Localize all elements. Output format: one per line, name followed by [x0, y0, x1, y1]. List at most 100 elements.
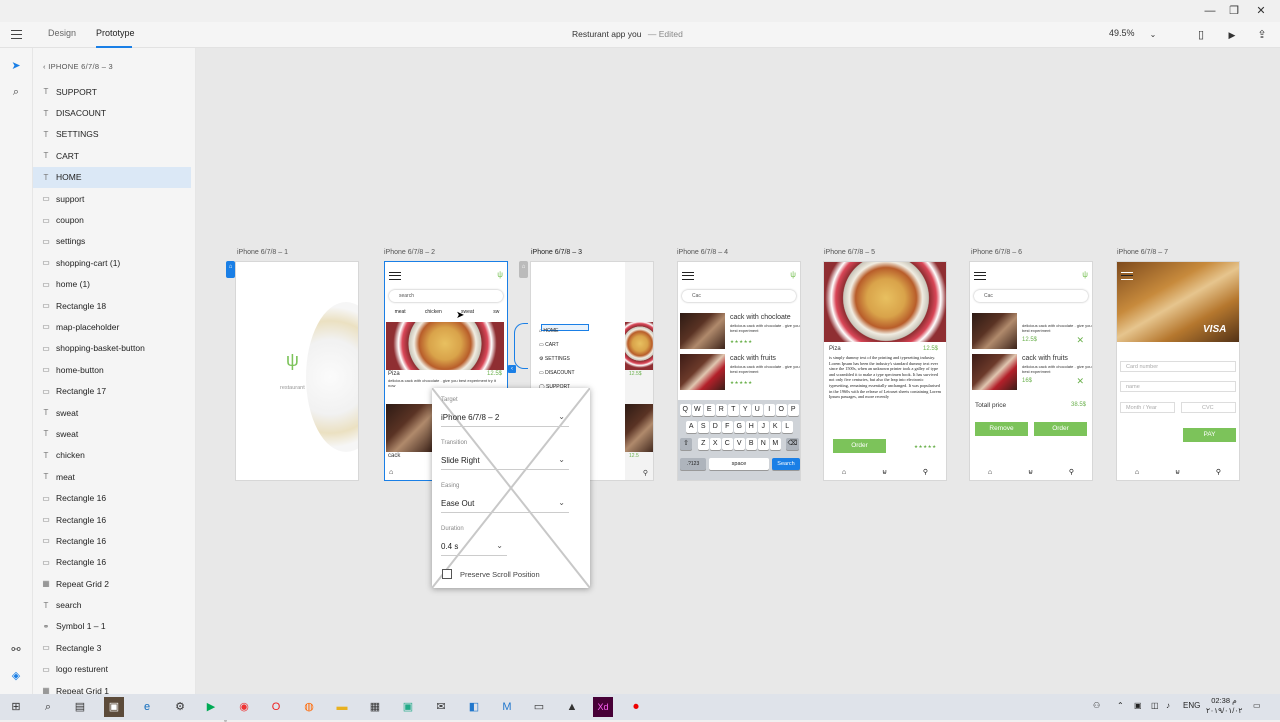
maximize-button[interactable]: ❐	[1221, 3, 1247, 19]
keyboard-key[interactable]: O	[776, 404, 787, 416]
category-sw[interactable]: sw	[493, 309, 499, 315]
minimize-button[interactable]: —	[1197, 3, 1223, 19]
keyboard-key[interactable]: E	[704, 404, 715, 416]
tray-icon-1[interactable]: ▣	[1134, 701, 1142, 710]
backspace-key-icon[interactable]: ⌫	[786, 438, 799, 450]
search-icon[interactable]: ⌕	[38, 697, 58, 717]
remove-button[interactable]: Remove	[975, 422, 1028, 436]
artboard-label-7[interactable]: iPhone 6/7/8 – 7	[1117, 249, 1168, 256]
month-year-field[interactable]: Month / Year	[1120, 402, 1175, 413]
search-input-4[interactable]: Cac	[682, 290, 796, 302]
play-icon[interactable]: ▶	[1223, 26, 1241, 44]
preserve-scroll-checkbox[interactable]	[442, 569, 452, 579]
layer-item[interactable]: ▭ Rectangle 16	[33, 487, 191, 508]
artboard-label-3[interactable]: iPhone 6/7/8 – 3	[531, 249, 582, 256]
keyboard-key[interactable]: J	[758, 421, 769, 433]
share-icon[interactable]: ⇪	[1253, 26, 1271, 44]
layer-item[interactable]: ⚭ Symbol 1 – 1	[33, 616, 191, 637]
remove-item-1-icon[interactable]: ✕	[1076, 335, 1084, 346]
tab-design[interactable]: Design	[48, 28, 76, 38]
layer-item[interactable]: Tsweat	[33, 423, 191, 444]
layer-item[interactable]: ▭ support	[33, 188, 191, 209]
keyboard-key[interactable]: M	[770, 438, 781, 450]
pay-button[interactable]: PAY	[1183, 428, 1236, 442]
layer-item[interactable]: ▭ Rectangle 17	[33, 380, 191, 401]
chevron-up-icon[interactable]: ⌃	[1117, 701, 1124, 710]
layer-item[interactable]: ▭ home-button	[33, 359, 191, 380]
menu-burger-icon-7[interactable]	[1121, 272, 1133, 280]
basket-nav-icon-5[interactable]: ⊌	[882, 468, 887, 476]
layer-item[interactable]: ▭ map-placeholder	[33, 316, 191, 337]
keyboard-key[interactable]: D	[710, 421, 721, 433]
monitor-icon[interactable]: ▭	[529, 697, 549, 717]
easing-select[interactable]: Ease Out ⌄	[441, 495, 569, 513]
target-select[interactable]: iPhone 6/7/8 – 2 ⌄	[441, 409, 569, 427]
basket-nav-icon-7[interactable]: ⊌	[1175, 468, 1180, 476]
menu-burger-icon[interactable]	[389, 272, 401, 280]
network-icon[interactable]: ◫	[1151, 701, 1159, 710]
zoom-chevron-down-icon[interactable]: ⌄	[1144, 26, 1162, 44]
artboard-label-6[interactable]: iPhone 6/7/8 – 6	[971, 249, 1022, 256]
layer-item[interactable]: Tsweat	[33, 402, 191, 423]
edge-icon[interactable]: e	[137, 697, 157, 717]
adobe-xd-icon[interactable]: Xd	[593, 697, 613, 717]
link-arrow-icon[interactable]: ‹	[508, 365, 516, 373]
layer-item[interactable]: Tsearch	[33, 594, 191, 615]
category-meat[interactable]: meat	[395, 309, 406, 315]
duration-select[interactable]: 0.4 s ⌄	[441, 538, 507, 556]
home-nav-icon-7[interactable]: ⌂	[1135, 469, 1139, 476]
shift-key-icon[interactable]: ⇧	[680, 438, 692, 450]
keyboard-key[interactable]: A	[686, 421, 697, 433]
artboard-cart[interactable]: ψ Cac delicious cack with chocolate . gi…	[969, 261, 1093, 481]
layer-item[interactable]: ▭ Rectangle 16	[33, 509, 191, 530]
keyboard-key[interactable]: T	[728, 404, 739, 416]
layer-item[interactable]: ▭ shopping-cart (1)	[33, 252, 191, 273]
keyboard-key[interactable]: C	[722, 438, 733, 450]
layer-item[interactable]: T HOME	[33, 166, 191, 188]
interaction-popup[interactable]: Target iPhone 6/7/8 – 2 ⌄ Transition Slid…	[432, 388, 590, 588]
keyboard-key[interactable]: P	[788, 404, 799, 416]
volume-icon[interactable]: ♪	[1166, 701, 1170, 710]
device-preview-icon[interactable]: ▯	[1192, 26, 1210, 44]
keyboard-key[interactable]: space	[709, 458, 769, 470]
zoom-tool-icon[interactable]: ⌕	[8, 84, 24, 100]
file-explorer-icon[interactable]: ▬	[332, 697, 352, 717]
settings-gear-icon[interactable]: ⚙	[170, 697, 190, 717]
keyboard-key[interactable]: Z	[698, 438, 709, 450]
language-indicator[interactable]: ENG	[1183, 701, 1200, 710]
layer-item[interactable]: ▭ Rectangle 3	[33, 637, 191, 658]
menu-burger-icon-6[interactable]	[974, 272, 986, 280]
layer-item[interactable]: ▭ shopping-basket-button	[33, 338, 191, 359]
keyboard-key[interactable]: Y	[740, 404, 751, 416]
layer-item[interactable]: ▭ Rectangle 16	[33, 552, 191, 573]
menu-item-cart[interactable]: ▭ CART	[539, 338, 575, 352]
menu-item-home[interactable]: ⌂ HOME	[539, 324, 575, 338]
layer-item[interactable]: T SETTINGS	[33, 124, 191, 145]
layer-item[interactable]: ▭ home (1)	[33, 274, 191, 295]
keyboard-key[interactable]: V	[734, 438, 745, 450]
keyboard-key[interactable]: K	[770, 421, 781, 433]
keyboard-key[interactable]: B	[746, 438, 757, 450]
design-canvas[interactable]: iPhone 6/7/8 – 1 iPhone 6/7/8 – 2 iPhone…	[196, 48, 1280, 694]
artboard-label-1[interactable]: iPhone 6/7/8 – 1	[237, 249, 288, 256]
photos-icon[interactable]: ▲	[562, 697, 582, 717]
menu-burger-icon-4[interactable]	[682, 272, 694, 280]
store-icon[interactable]: ▣	[398, 697, 418, 717]
artboard-detail[interactable]: Piza 12.5$ is simply dummy text of the p…	[823, 261, 947, 481]
layer-item[interactable]: T SUPPORT	[33, 81, 191, 102]
map-nav-icon-6[interactable]: ⚲	[1069, 468, 1074, 476]
film-icon[interactable]: ▦	[365, 697, 385, 717]
keyboard-key[interactable]: L	[782, 421, 793, 433]
layer-item[interactable]: ▭ Rectangle 16	[33, 530, 191, 551]
transition-select[interactable]: Slide Right ⌄	[441, 452, 569, 470]
map-nav-icon-7[interactable]: ⚲	[1216, 468, 1221, 476]
order-button[interactable]: Order	[833, 439, 886, 453]
artboard-label-5[interactable]: iPhone 6/7/8 – 5	[824, 249, 875, 256]
select-tool-icon[interactable]: ➤	[8, 58, 24, 74]
home-marker-inactive-icon[interactable]: ⌂	[519, 261, 528, 278]
layer-item[interactable]: ▭ coupon	[33, 209, 191, 230]
task-view-icon[interactable]: ▤	[70, 697, 90, 717]
home-marker-icon[interactable]: ⌂	[226, 261, 235, 278]
hamburger-menu-icon[interactable]	[11, 30, 22, 39]
chrome-icon[interactable]: ◉	[234, 697, 254, 717]
